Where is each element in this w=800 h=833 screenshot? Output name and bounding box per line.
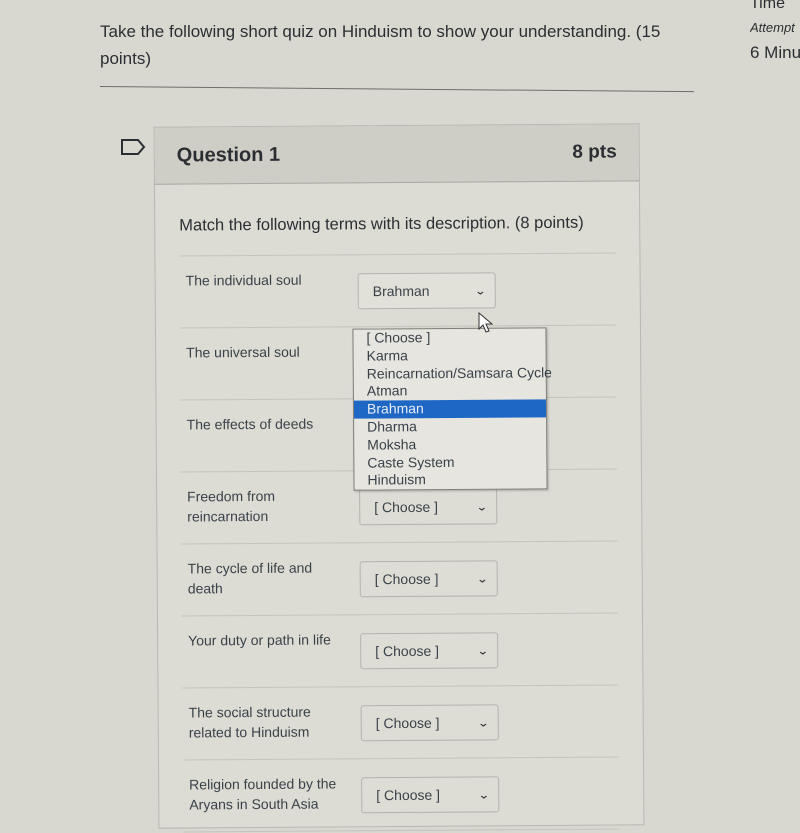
- answer-dropdown-list: [ Choose ] Karma Reincarnation/Samsara C…: [352, 327, 552, 491]
- chevron-down-icon: ⌄: [475, 500, 488, 513]
- dropdown-option[interactable]: Moksha: [354, 435, 546, 454]
- attempt-label: Attempt: [750, 20, 795, 35]
- match-term: The social structure related to Hinduism: [188, 703, 311, 741]
- question-header: Question 1 8 pts: [154, 124, 639, 185]
- match-row: Your duty or path in life [ Choose ] ⌄: [181, 613, 619, 689]
- answer-select[interactable]: [ Choose ] ⌄: [360, 632, 499, 670]
- select-value: [ Choose ]: [376, 786, 441, 804]
- dropdown-option-highlighted[interactable]: Brahman: [353, 399, 547, 419]
- quiz-instructions: Take the following short quiz on Hinduis…: [100, 22, 661, 68]
- answer-select[interactable]: [ Choose ] ⌄: [360, 704, 499, 742]
- question-points: 8 pts: [572, 141, 617, 163]
- dropdown-option[interactable]: Dharma: [354, 417, 546, 436]
- match-term: The universal soul: [186, 343, 300, 361]
- mouse-cursor-icon: [478, 312, 494, 333]
- match-row: Religion founded by the Aryans in South …: [182, 757, 620, 833]
- match-term: The individual soul: [185, 271, 302, 289]
- answer-select[interactable]: [ Choose ] ⌄: [359, 560, 498, 598]
- match-term: The cycle of life and death: [187, 559, 313, 597]
- match-row: The social structure related to Hinduism…: [182, 685, 619, 761]
- match-row: The individual soul Brahman ⌄: [179, 253, 616, 329]
- match-term: The effects of deeds: [186, 415, 314, 433]
- quiz-side-panel: Time Attempt 6 Minu: [750, 0, 800, 64]
- divider: [99, 86, 694, 93]
- dropdown-option[interactable]: [ Choose ]: [353, 328, 545, 347]
- dropdown-option[interactable]: Caste System: [354, 453, 546, 472]
- select-value: [ Choose ]: [375, 642, 440, 660]
- match-term: Freedom from reincarnation: [187, 487, 276, 525]
- question-title: Question 1: [176, 143, 281, 167]
- chevron-down-icon: ⌄: [476, 572, 489, 585]
- question-prompt: Match the following terms with its descr…: [179, 213, 584, 235]
- select-value: Brahman: [372, 282, 430, 300]
- select-value: [ Choose ]: [375, 714, 440, 732]
- chevron-down-icon: ⌄: [477, 788, 490, 801]
- dropdown-option[interactable]: Atman: [354, 382, 546, 401]
- chevron-down-icon: ⌄: [477, 716, 490, 729]
- dropdown-option[interactable]: Karma: [354, 346, 546, 365]
- answer-select[interactable]: [ Choose ] ⌄: [359, 488, 498, 526]
- attempt-duration: 6 Minu: [750, 43, 800, 62]
- select-value: [ Choose ]: [374, 498, 439, 516]
- answer-select[interactable]: Brahman ⌄: [357, 272, 496, 310]
- time-label: Time: [750, 0, 785, 12]
- match-term: Religion founded by the Aryans in South …: [189, 775, 337, 813]
- chevron-down-icon: ⌄: [474, 284, 487, 297]
- dropdown-option[interactable]: Hinduism: [354, 471, 546, 490]
- dropdown-option[interactable]: Reincarnation/Samsara Cycle: [354, 364, 552, 383]
- answer-select[interactable]: [ Choose ] ⌄: [361, 776, 500, 814]
- chevron-down-icon: ⌄: [476, 644, 489, 657]
- flag-question-icon[interactable]: [120, 138, 146, 156]
- match-term: Your duty or path in life: [188, 631, 331, 649]
- match-row: The cycle of life and death [ Choose ] ⌄: [181, 541, 618, 617]
- select-value: [ Choose ]: [374, 570, 439, 588]
